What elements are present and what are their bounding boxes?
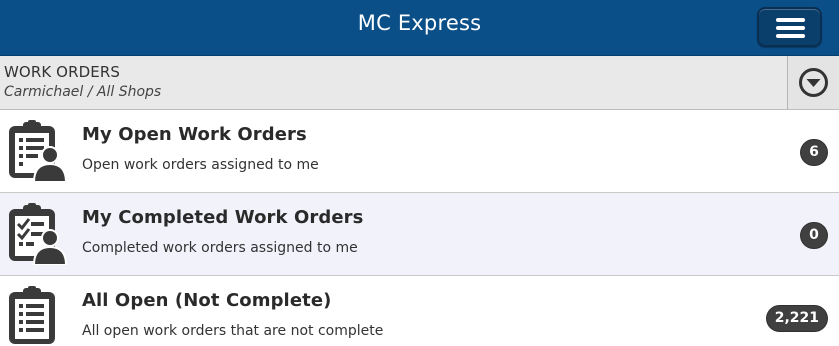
section-header: WORK ORDERS Carmichael / All Shops xyxy=(0,56,839,110)
list-item-all-open[interactable]: All Open (Not Complete) All open work or… xyxy=(0,276,839,346)
list-item-my-completed[interactable]: My Completed Work Orders Completed work … xyxy=(0,193,839,276)
list-item-title: My Open Work Orders xyxy=(82,124,307,145)
list-item-description: Completed work orders assigned to me xyxy=(82,240,358,256)
app-title: MC Express xyxy=(357,11,482,35)
top-bar: MC Express xyxy=(0,0,839,56)
clipboard-icon xyxy=(9,286,55,344)
clipboard-check-person-icon xyxy=(9,203,68,265)
hamburger-icon xyxy=(776,18,805,22)
count-badge: 2,221 xyxy=(766,306,827,331)
chevron-down-circle-icon xyxy=(799,68,828,97)
menu-button[interactable] xyxy=(757,7,822,47)
section-title: WORK ORDERS xyxy=(4,63,120,81)
clipboard-person-icon xyxy=(9,120,68,182)
list-item-title: My Completed Work Orders xyxy=(82,207,364,228)
filter-toggle-button[interactable] xyxy=(788,56,839,109)
list-item-my-open[interactable]: My Open Work Orders Open work orders ass… xyxy=(0,110,839,193)
count-badge: 6 xyxy=(801,140,827,165)
list-item-description: All open work orders that are not comple… xyxy=(82,323,384,339)
list-item-title: All Open (Not Complete) xyxy=(82,290,332,311)
list-item-description: Open work orders assigned to me xyxy=(82,157,319,173)
count-badge: 0 xyxy=(801,223,827,248)
breadcrumb: Carmichael / All Shops xyxy=(4,84,162,100)
